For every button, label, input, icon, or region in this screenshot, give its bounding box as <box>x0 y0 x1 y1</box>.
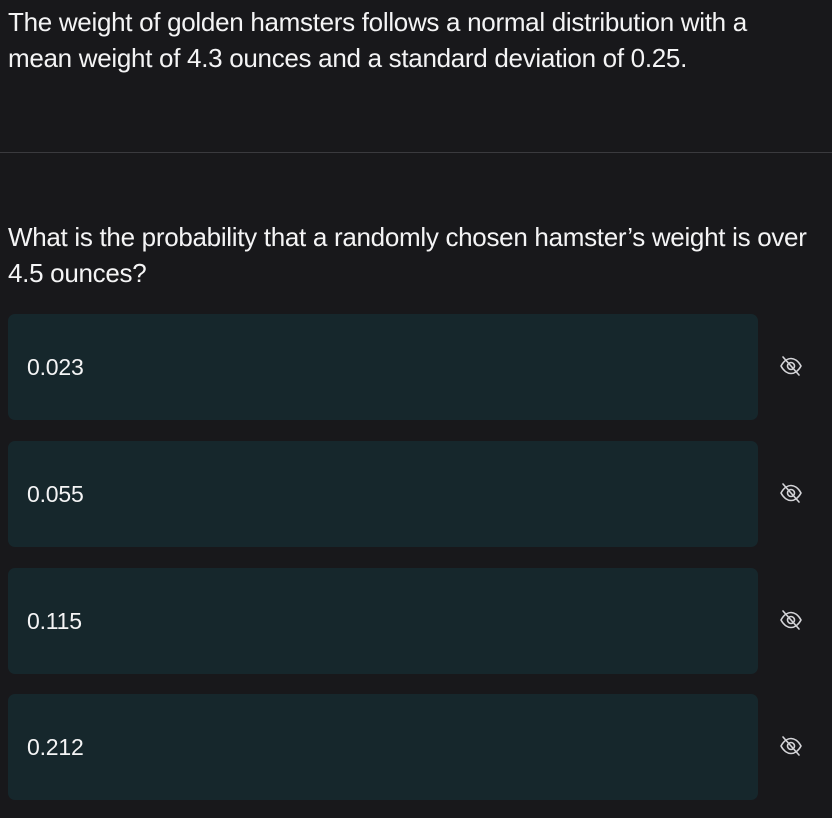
answer-choice-2[interactable]: 0.055 <box>8 441 758 547</box>
answer-choice-label: 0.023 <box>27 354 84 380</box>
answer-choice-label: 0.115 <box>27 608 82 634</box>
eye-slash-icon <box>779 481 803 510</box>
answer-choice-3[interactable]: 0.115 <box>8 568 758 674</box>
question-passage: The weight of golden hamsters follows a … <box>8 7 747 73</box>
answer-choice-4[interactable]: 0.212 <box>8 694 758 800</box>
answer-choice-label: 0.055 <box>27 481 84 507</box>
hide-choice-4-button[interactable] <box>776 733 806 763</box>
hide-choice-3-button[interactable] <box>776 607 806 637</box>
eye-slash-icon <box>779 354 803 383</box>
answer-choice-1[interactable]: 0.023 <box>8 314 758 420</box>
eye-slash-icon <box>779 734 803 763</box>
hide-choice-2-button[interactable] <box>776 480 806 510</box>
eye-slash-icon <box>779 608 803 637</box>
answer-choice-label: 0.212 <box>27 734 84 760</box>
section-divider <box>0 152 832 153</box>
hide-choice-1-button[interactable] <box>776 353 806 383</box>
question-prompt: What is the probability that a randomly … <box>8 222 807 288</box>
